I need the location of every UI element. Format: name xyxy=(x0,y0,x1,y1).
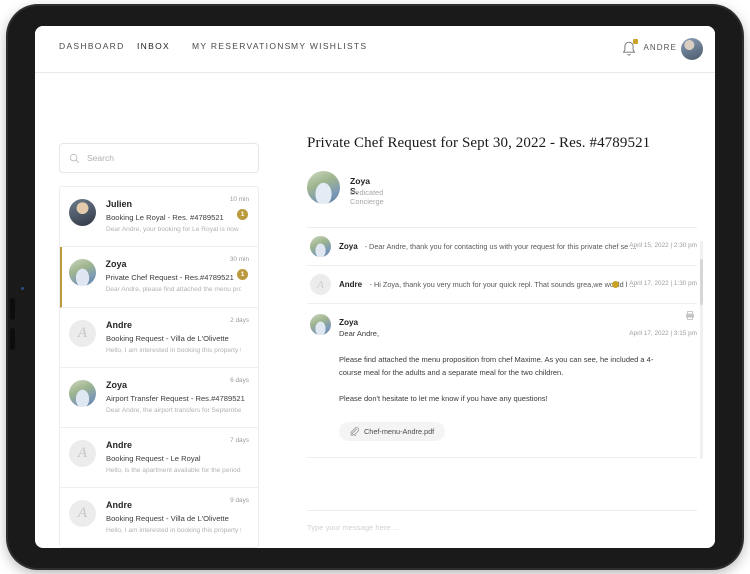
collapsed-messages: Zoya - Dear Andre, thank you for contacti… xyxy=(307,228,697,304)
conversation-list-item[interactable]: A Andre Booking Request - Le Royal Hello, i… xyxy=(60,428,258,489)
conversation-sender: Julien xyxy=(106,199,133,209)
conversation-time: 10 min xyxy=(229,196,249,203)
conversation-preview: Hello, I am interested in booking this p… xyxy=(106,346,241,354)
collapsed-message-row[interactable]: A Andre - Hi Zoya, thank you very much for… xyxy=(307,266,697,304)
app-screen: DASHBOARD INBOX MY RESERVATIONS MY WISHL… xyxy=(35,26,715,548)
nav-link-my-wishlists[interactable]: MY WISHLISTS xyxy=(291,41,367,51)
message-sender: Andre xyxy=(339,280,363,289)
message-timestamp: April 17, 2022 | 3:15 pm xyxy=(629,330,697,337)
print-icon[interactable] xyxy=(685,311,695,320)
conversation-avatar xyxy=(68,259,96,287)
conversation-avatar: A xyxy=(69,440,96,468)
conversation-preview: Hello, I am interested in booking this p… xyxy=(106,527,241,535)
message-sender: Zoya xyxy=(339,242,358,251)
conversation-time: 9 days xyxy=(230,497,249,505)
nav-link-my-reservations[interactable]: MY RESERVATIONS xyxy=(192,41,292,51)
conversation-avatar: A xyxy=(69,319,96,347)
page-title: Private Chef Request for Sept 30, 2022 -… xyxy=(307,135,651,151)
conversation-time: 2 days xyxy=(230,316,249,324)
message-thread: Zoya - Dear Andre, thank you for contacti… xyxy=(307,227,697,507)
volume-down-button[interactable] xyxy=(10,328,15,350)
composer-input[interactable] xyxy=(307,523,647,532)
unread-dot-icon xyxy=(612,281,619,288)
message-panel: Private Chef Request for Sept 30, 2022 -… xyxy=(283,73,715,548)
conversation-list[interactable]: Julien Booking Le Royal - Res. #4789521 De… xyxy=(59,186,259,548)
contact-role: Dedicated Concierge xyxy=(350,188,384,206)
message-avatar xyxy=(310,314,331,335)
conversation-list-item[interactable]: A Andre Booking Request - Villa de L'Olive… xyxy=(60,307,258,368)
device-indicator-light xyxy=(21,287,24,290)
conversation-subject: Private Chef Request - Res.#4789521 xyxy=(105,273,234,283)
message-avatar xyxy=(310,236,331,257)
conversation-time: 7 days xyxy=(230,437,249,445)
message-paragraph: Please don't hesitate to let me know if … xyxy=(339,394,548,404)
message-timestamp: April 15, 2022 | 2:30 pm xyxy=(629,242,697,249)
conversation-sender: Andre xyxy=(106,500,133,511)
conversation-preview: Dear Andre, the airport transfers for Se… xyxy=(106,406,241,414)
scrollbar-track[interactable] xyxy=(700,241,703,459)
conversation-list-item[interactable]: Zoya Private Chef Request - Res.#4789521 D… xyxy=(60,247,258,308)
nav-link-dashboard[interactable]: DASHBOARD xyxy=(59,41,125,51)
message-snippet: - Hi Zoya, thank you very much for your … xyxy=(369,280,636,289)
conversation-list-item[interactable]: Julien Booking Le Royal - Res. #4789521 De… xyxy=(60,187,258,248)
conversation-sender: Zoya xyxy=(105,259,127,270)
volume-up-button[interactable] xyxy=(10,298,15,320)
conversation-sender: Andre xyxy=(106,440,133,451)
contact-avatar xyxy=(307,171,340,204)
conversation-avatar xyxy=(69,379,96,407)
attachment-filename: Chef-menu-Andre.pdf xyxy=(364,426,435,436)
message-sender: Zoya xyxy=(339,318,359,327)
message-avatar: A xyxy=(310,274,331,295)
notification-badge xyxy=(633,39,638,44)
conversation-subject: Booking Le Royal - Res. #4789521 xyxy=(106,213,224,222)
attachment-chip[interactable]: Chef-menu-Andre.pdf xyxy=(339,421,446,441)
conversation-subject: Booking Request - Villa de L'Olivette xyxy=(106,514,229,524)
conversation-avatar xyxy=(69,199,96,226)
conversation-subject: Airport Transfer Request - Res.#4789521 xyxy=(106,393,245,403)
paperclip-icon xyxy=(350,426,359,436)
conversation-list-item[interactable]: Zoya Airport Transfer Request - Res.#4789… xyxy=(60,367,258,429)
avatar[interactable] xyxy=(681,38,703,60)
conversation-list-item[interactable]: A Andre Booking Request - Villa de L'Olive… xyxy=(60,488,258,547)
conversation-time: 6 days xyxy=(230,376,249,384)
conversation-sender: Andre xyxy=(106,319,133,330)
search-icon xyxy=(69,153,80,163)
notifications-button[interactable] xyxy=(619,38,639,60)
conversation-time: 30 min xyxy=(229,256,249,264)
scrollbar-thumb[interactable] xyxy=(700,259,703,305)
message-paragraph: Please find attached the menu propositio… xyxy=(339,355,654,378)
message-composer[interactable] xyxy=(307,510,697,548)
conversation-preview: Dear Andre, please find attached the men… xyxy=(105,286,241,294)
unread-badge: 1 xyxy=(237,269,248,281)
nav-user-name[interactable]: ANDRE xyxy=(643,43,677,52)
message-snippet: - Dear Andre, thank you for contacting u… xyxy=(364,242,637,251)
conversation-preview: Hello, is the apartment available for th… xyxy=(106,467,241,475)
collapsed-message-row[interactable]: Zoya - Dear Andre, thank you for contacti… xyxy=(307,228,697,266)
message-paragraph: Dear Andre, xyxy=(339,329,380,338)
search-input[interactable] xyxy=(87,153,237,163)
message-timestamp: April 17, 2022 | 1:30 pm xyxy=(629,280,697,287)
conversation-subject: Booking Request - Le Royal xyxy=(106,454,201,464)
nav-link-inbox[interactable]: INBOX xyxy=(137,41,170,51)
conversation-preview: Dear Andre, your booking for Le Royal is… xyxy=(106,226,241,233)
top-navigation-bar: DASHBOARD INBOX MY RESERVATIONS MY WISHL… xyxy=(35,26,715,73)
conversation-sender: Zoya xyxy=(106,379,128,390)
conversation-subject: Booking Request - Villa de L'Olivette xyxy=(106,333,229,343)
unread-badge: 1 xyxy=(237,209,248,220)
tablet-device-frame: DASHBOARD INBOX MY RESERVATIONS MY WISHL… xyxy=(8,6,742,568)
conversation-avatar: A xyxy=(69,500,96,528)
expanded-message: Zoya April 17, 2022 | 3:15 pm Dear Andre… xyxy=(307,304,697,458)
search-box[interactable] xyxy=(59,143,259,173)
conversation-sidebar: Julien Booking Le Royal - Res. #4789521 De… xyxy=(59,73,259,548)
